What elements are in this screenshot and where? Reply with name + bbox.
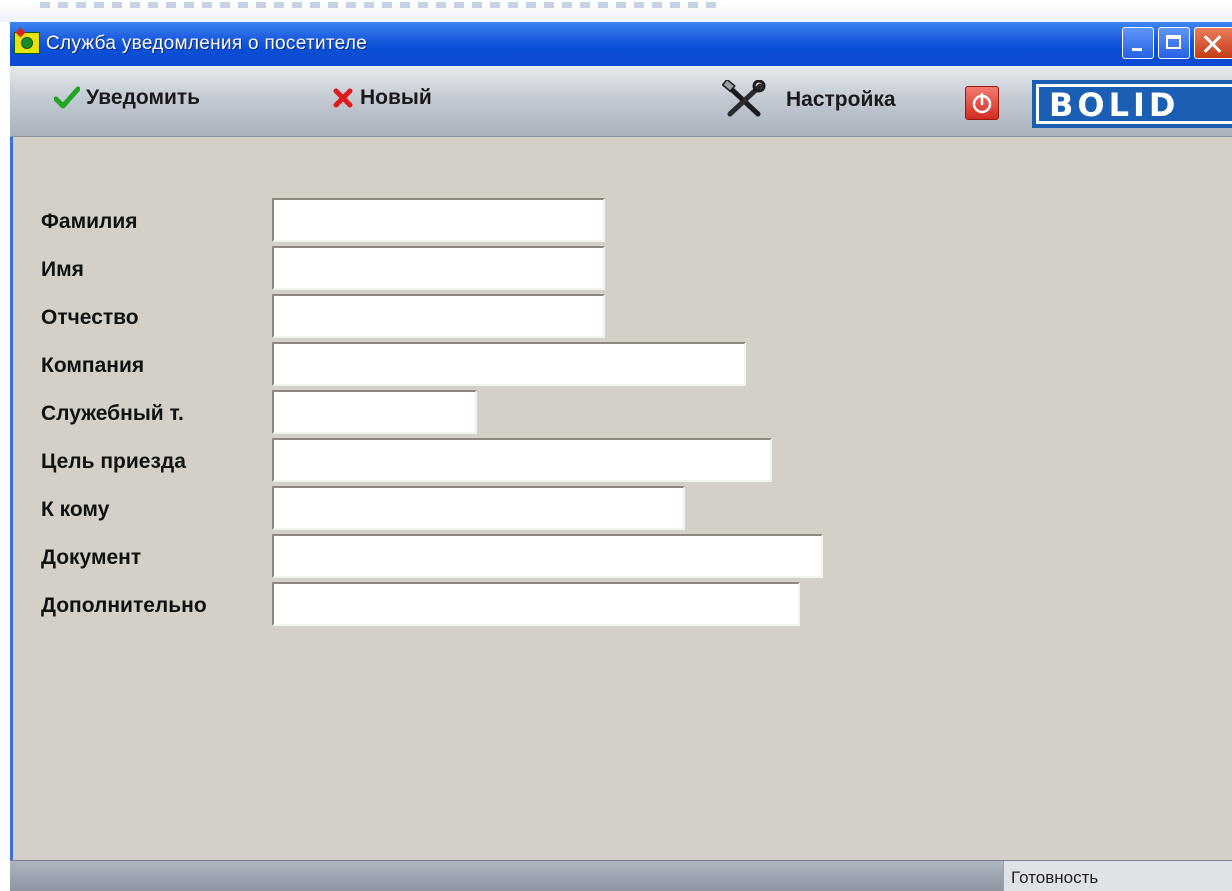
work-phone-label: Служебный т. <box>41 402 184 425</box>
background-strip <box>0 0 1232 22</box>
additional-label: Дополнительно <box>41 594 207 617</box>
field-document: Документ <box>10 534 1232 580</box>
close-button[interactable] <box>1194 27 1232 59</box>
company-label: Компания <box>41 354 145 377</box>
name-label: Имя <box>41 258 84 281</box>
status-bar: Готовность <box>10 860 1232 891</box>
settings-button-label: Настройка <box>786 88 896 111</box>
tools-icon <box>722 80 766 120</box>
logo-text: BOLID <box>1049 86 1180 124</box>
new-button[interactable]: Новый <box>332 86 432 110</box>
app-window: Служба уведомления о посетителе Уведомит… <box>10 22 1232 891</box>
field-patronymic: Отчество <box>10 294 1232 340</box>
visit-purpose-input[interactable] <box>272 438 772 482</box>
new-button-label: Новый <box>360 86 432 109</box>
field-visit-purpose: Цель приезда <box>10 438 1232 484</box>
power-button[interactable] <box>965 86 999 120</box>
x-icon <box>332 87 354 109</box>
minimize-button[interactable] <box>1122 27 1154 59</box>
field-work-phone: Служебный т. <box>10 390 1232 436</box>
status-pane: Готовность <box>1003 861 1232 891</box>
notify-button[interactable]: Уведомить <box>54 86 200 110</box>
background-pattern <box>40 2 720 8</box>
notify-button-label: Уведомить <box>86 86 201 109</box>
settings-button[interactable]: Настройка <box>722 80 896 120</box>
window-title: Служба уведомления о посетителе <box>46 33 368 54</box>
work-phone-input[interactable] <box>272 390 477 434</box>
patronymic-input[interactable] <box>272 294 605 338</box>
field-surname: Фамилия <box>10 198 1232 244</box>
to-whom-label: К кому <box>41 498 110 521</box>
field-name: Имя <box>10 246 1232 292</box>
name-input[interactable] <box>272 246 605 290</box>
to-whom-input[interactable] <box>272 486 685 530</box>
field-to-whom: К кому <box>10 486 1232 532</box>
patronymic-label: Отчество <box>41 306 139 329</box>
bolid-logo: BOLID <box>1032 80 1232 128</box>
status-text: Готовность <box>1011 868 1099 887</box>
surname-label: Фамилия <box>41 210 138 233</box>
title-bar[interactable]: Служба уведомления о посетителе <box>10 22 1232 66</box>
document-label: Документ <box>41 546 142 569</box>
maximize-button[interactable] <box>1158 27 1190 59</box>
surname-input[interactable] <box>272 198 605 242</box>
additional-input[interactable] <box>272 582 800 626</box>
check-icon <box>54 86 80 110</box>
visit-purpose-label: Цель приезда <box>41 450 186 473</box>
visitor-service-icon[interactable] <box>14 32 40 54</box>
toolbar: Уведомить Новый Настройка BOLID <box>10 66 1232 137</box>
field-additional: Дополнительно <box>10 582 1232 628</box>
document-input[interactable] <box>272 534 823 578</box>
company-input[interactable] <box>272 342 746 386</box>
field-company: Компания <box>10 342 1232 388</box>
